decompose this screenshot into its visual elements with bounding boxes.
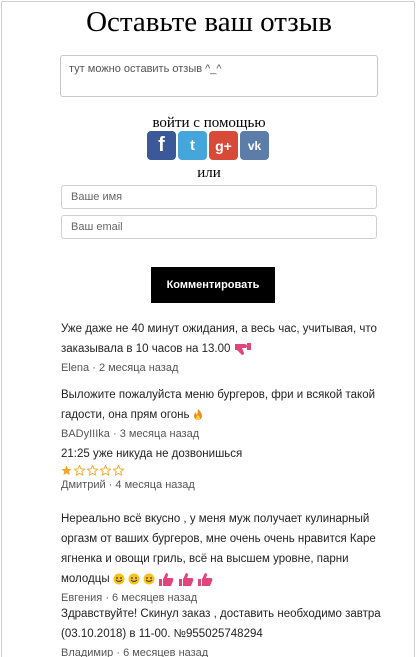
comment-author: Elena (61, 362, 90, 374)
page-title: Оставьте ваш отзыв (86, 6, 332, 38)
email-field[interactable]: Ваш email (61, 215, 377, 239)
thumbs-down-icon (234, 342, 251, 355)
comment-item: Здравствуйте! Скинул заказ , доставить н… (61, 604, 381, 657)
twitter-icon[interactable]: t (178, 131, 207, 160)
thumbs-up-icon (159, 572, 174, 586)
google-plus-icon[interactable]: g+ (209, 131, 238, 160)
meta-separator: · (108, 479, 113, 491)
meta-separator: · (116, 647, 120, 657)
meta-separator: · (105, 592, 109, 604)
star-empty-icon (87, 465, 98, 476)
comment-author: Владимир (61, 647, 114, 657)
comment-time[interactable]: 6 месяцев назад (112, 592, 197, 604)
comment-text: 21:25 уже никуда не дозвонишься (61, 448, 243, 460)
comment-author: Евгения (61, 592, 103, 604)
thumbs-up-icon (178, 572, 193, 586)
comment-author: Дмитрий (61, 479, 106, 491)
smile-icon (128, 573, 140, 585)
comment-textarea[interactable]: тут можно оставить отзыв ^_^ (60, 55, 378, 97)
comment-item: 21:25 уже никуда не дозвонишься Дмитрий … (61, 444, 381, 494)
comment-time[interactable]: 3 месяца назад (120, 428, 199, 440)
vk-icon[interactable]: vk (240, 131, 269, 160)
meta-separator: · (92, 362, 96, 374)
star-filled-icon (61, 465, 72, 476)
comment-item: Уже даже не 40 минут ожидания, а весь ча… (61, 319, 381, 377)
star-rating (61, 465, 381, 476)
smile-icon (143, 573, 155, 585)
comment-item: Нереально всё вкусно , у меня муж получа… (61, 509, 381, 607)
comment-text: Выложите пожалуйста меню бургеров, фри и… (61, 389, 376, 421)
social-login-label: войти с помощью (152, 115, 266, 131)
comment-author: BADyIIIka (61, 428, 110, 440)
star-empty-icon (113, 465, 124, 476)
comment-time[interactable]: 4 месяца назад (115, 479, 194, 491)
star-empty-icon (74, 465, 85, 476)
social-buttons: f t g+ vk (147, 131, 271, 161)
comment-item: Выложите пожалуйста меню бургеров, фри и… (61, 385, 381, 443)
thumbs-up-icon (197, 572, 213, 586)
facebook-icon[interactable]: f (147, 131, 176, 160)
comment-time[interactable]: 2 месяца назад (99, 362, 178, 374)
fire-icon (193, 408, 202, 420)
comment-submit-button[interactable]: Комментировать (151, 267, 275, 303)
comment-text: Здравствуйте! Скинул заказ , доставить н… (61, 608, 381, 640)
comment-text: Нереально всё вкусно , у меня муж получа… (61, 513, 376, 585)
comment-time[interactable]: 6 месяцев назад (123, 647, 208, 657)
name-field[interactable]: Ваше имя (61, 185, 377, 209)
or-label: или (197, 165, 221, 181)
meta-separator: · (112, 428, 117, 440)
smile-icon (113, 573, 125, 585)
comment-text: Уже даже не 40 минут ожидания, а весь ча… (61, 323, 377, 355)
star-empty-icon (100, 465, 111, 476)
